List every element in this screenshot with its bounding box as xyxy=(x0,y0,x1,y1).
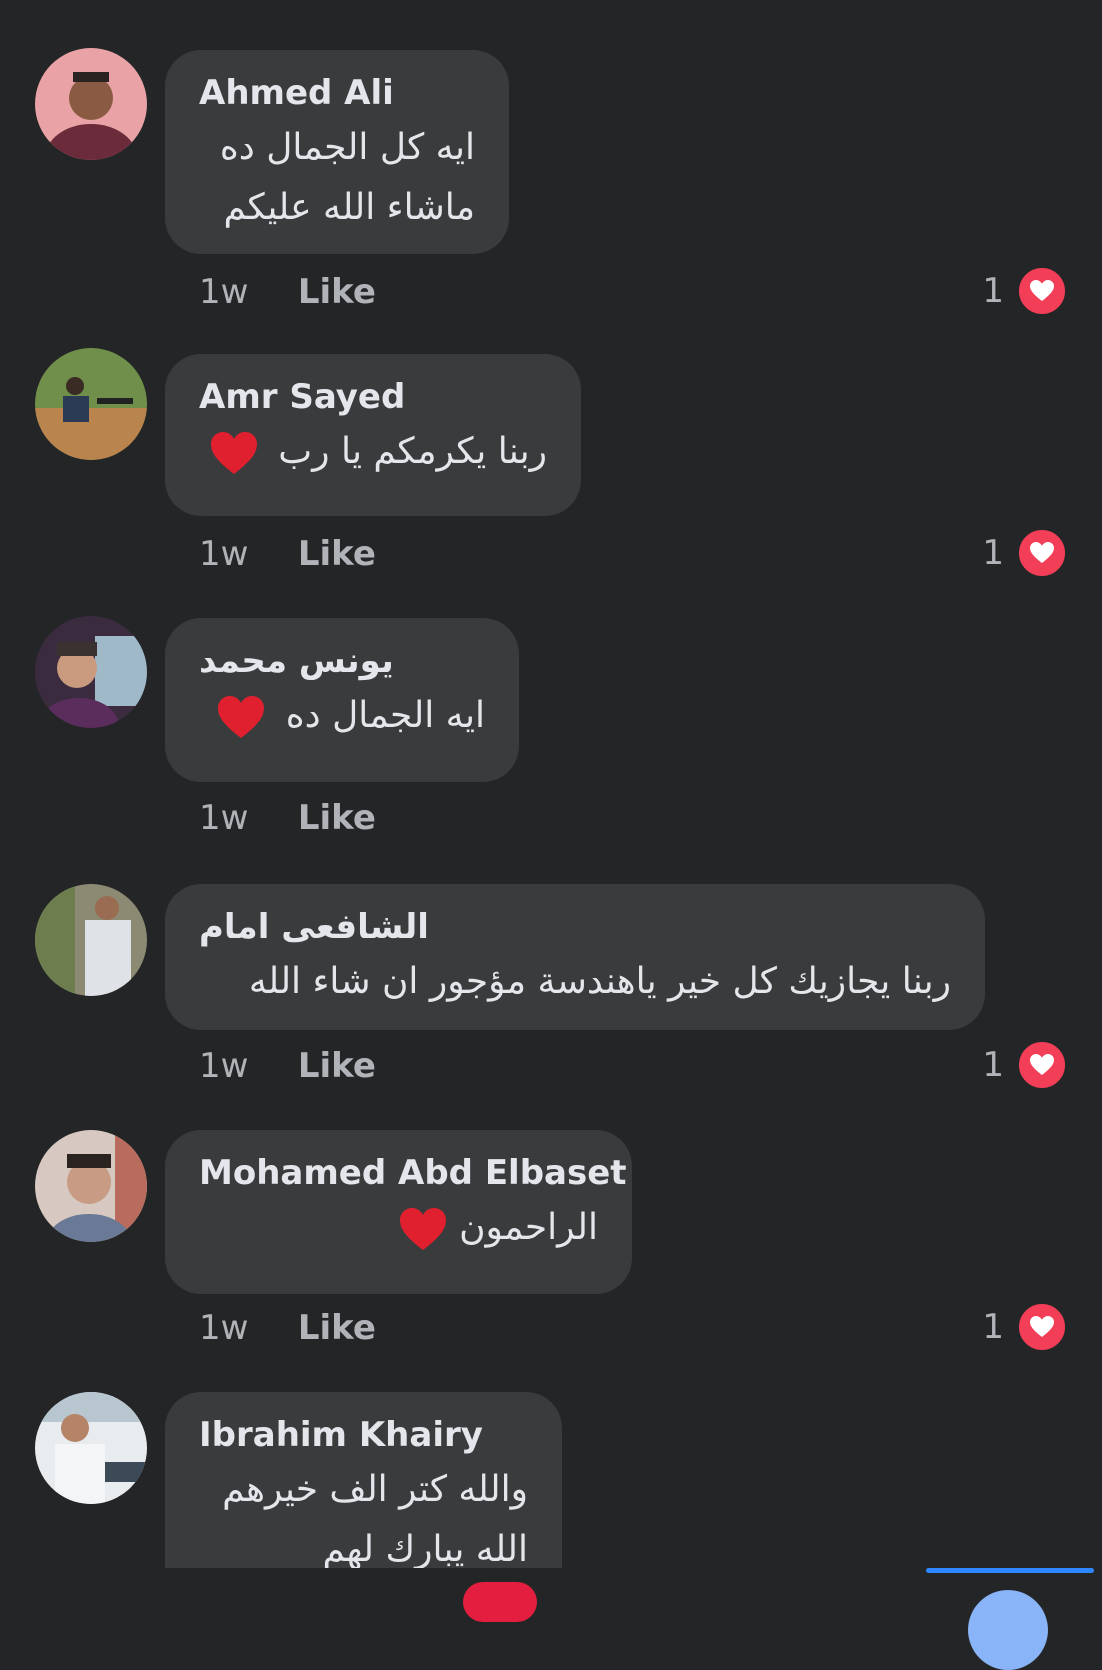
comment-author[interactable]: Ibrahim Khairy xyxy=(199,1410,528,1460)
comment-bubble[interactable]: الشافعى امام ربنا يجازيك كل خير ياهندسة … xyxy=(165,884,985,1030)
comment-time: 1w xyxy=(199,272,249,312)
comment-bubble[interactable]: Amr Sayed ربنا يكرمكم يا رب xyxy=(165,354,581,516)
reaction-count: 1 xyxy=(982,1307,1004,1347)
love-reaction-icon xyxy=(1016,1301,1068,1353)
comment-text-content: الراحمون xyxy=(459,1207,598,1248)
active-tab-indicator xyxy=(926,1568,1094,1573)
love-reaction-icon xyxy=(1016,265,1068,317)
reaction-summary[interactable]: 1 xyxy=(982,527,1068,579)
profile-tab-icon[interactable] xyxy=(968,1590,1048,1670)
reaction-summary[interactable]: 1 xyxy=(982,1301,1068,1353)
like-button[interactable]: Like xyxy=(298,534,376,574)
comment-text: ربنا يجازيك كل خير ياهندسة مؤجور ان شاء … xyxy=(248,961,951,1002)
reaction-count: 1 xyxy=(982,533,1004,573)
red-heart-icon xyxy=(216,694,266,740)
comment-author[interactable]: Mohamed Abd Elbaset xyxy=(199,1148,627,1198)
comment-text: والله كتر الف خيرهم xyxy=(222,1469,528,1510)
reaction-count: 1 xyxy=(982,1045,1004,1085)
comment-time: 1w xyxy=(199,798,249,838)
comment-author[interactable]: Amr Sayed xyxy=(199,372,547,422)
comment-author[interactable]: يونس محمد xyxy=(199,636,485,686)
comment-text: ربنا يكرمكم يا رب xyxy=(199,422,547,482)
reaction-summary[interactable]: 1 xyxy=(982,265,1068,317)
reaction-count: 1 xyxy=(982,271,1004,311)
comment-actions: 1w Like xyxy=(199,1044,376,1088)
love-reaction-icon xyxy=(1016,527,1068,579)
avatar[interactable] xyxy=(35,1392,147,1504)
avatar[interactable] xyxy=(35,616,147,728)
comment-time: 1w xyxy=(199,534,249,574)
comment-text: ايه كل الجمال ده xyxy=(219,127,475,168)
notification-badge xyxy=(463,1582,537,1622)
avatar[interactable] xyxy=(35,884,147,996)
comment-time: 1w xyxy=(199,1046,249,1086)
like-button[interactable]: Like xyxy=(298,1308,376,1348)
comment-text-content: ايه الجمال ده xyxy=(285,695,485,736)
comment-text: الراحمون xyxy=(199,1198,598,1258)
avatar[interactable] xyxy=(35,1130,147,1242)
comment-bubble[interactable]: يونس محمد ايه الجمال ده xyxy=(165,618,519,782)
comment-text: ايه الجمال ده xyxy=(199,686,485,746)
comment-actions: 1w Like xyxy=(199,532,376,576)
comment-author[interactable]: Ahmed Ali xyxy=(199,68,475,118)
comment-actions: 1w Like xyxy=(199,270,376,314)
comment-time: 1w xyxy=(199,1308,249,1348)
comment-actions: 1w Like xyxy=(199,796,376,840)
comment-text: ماشاء الله عليكم xyxy=(223,187,476,228)
red-heart-icon xyxy=(398,1206,448,1252)
like-button[interactable]: Like xyxy=(298,798,376,838)
avatar[interactable] xyxy=(35,48,147,160)
red-heart-icon xyxy=(209,430,259,476)
comment-actions: 1w Like xyxy=(199,1306,376,1350)
comment-author[interactable]: الشافعى امام xyxy=(199,902,951,952)
like-button[interactable]: Like xyxy=(298,1046,376,1086)
comment-text-content: ربنا يكرمكم يا رب xyxy=(278,431,547,472)
comment-bubble[interactable]: Mohamed Abd Elbaset الراحمون xyxy=(165,1130,632,1294)
love-reaction-icon xyxy=(1016,1039,1068,1091)
comment-text: الله يبارك لهم xyxy=(322,1529,528,1568)
reaction-summary[interactable]: 1 xyxy=(982,1039,1068,1091)
comment-bubble[interactable]: Ahmed Ali ايه كل الجمال ده ماشاء الله عل… xyxy=(165,50,509,254)
comment-bubble[interactable]: Ibrahim Khairy والله كتر الف خيرهم الله … xyxy=(165,1392,562,1568)
avatar[interactable] xyxy=(35,348,147,460)
like-button[interactable]: Like xyxy=(298,272,376,312)
